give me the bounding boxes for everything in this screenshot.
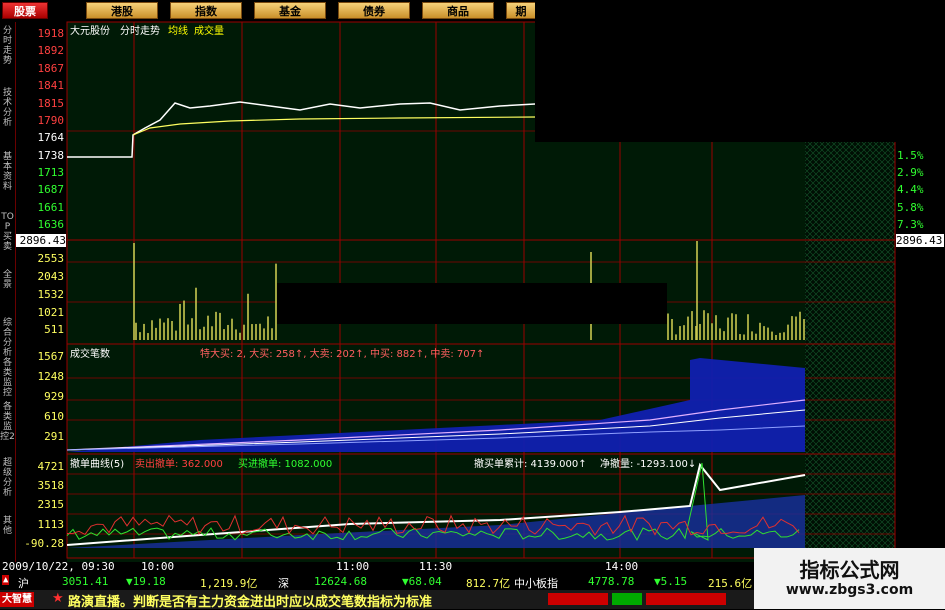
watermark-title: 指标公式网	[799, 558, 900, 582]
price-tick: 1790	[37, 114, 65, 127]
market-flag-icon: ▲	[2, 575, 10, 585]
price-tick: 1892	[37, 44, 65, 57]
pct-tick: 7.3%	[897, 218, 924, 231]
sz-index: 12624.68	[314, 575, 367, 588]
time-tick: 11:30	[419, 560, 453, 573]
price-tick: 1713	[37, 166, 65, 179]
sell-cancel-value: 卖出撤单: 362.000	[135, 459, 223, 470]
volume-tick: 1532	[37, 288, 65, 301]
volume-tick: 2043	[37, 270, 65, 283]
buy-cancel-value: 买进撤单: 1082.000	[238, 459, 333, 470]
time-tick: 14:00	[605, 560, 639, 573]
sme-index: 4778.78	[588, 575, 635, 588]
cancel-tick: 2315	[37, 498, 65, 511]
pct-tick: 5.8%	[897, 201, 924, 214]
deals-tick: 929	[44, 390, 64, 403]
deals-panel-title: 成交笔数	[70, 349, 110, 360]
sh-label: 沪	[18, 577, 29, 590]
indicator-bar-red	[548, 593, 608, 605]
sme-amount: 215.6亿	[708, 577, 753, 590]
watermark: 指标公式网 www.zbgs3.com	[754, 548, 945, 609]
time-tick: 10:00	[141, 560, 175, 573]
volume-tick: 1021	[37, 306, 65, 319]
price-tick: 1687	[37, 183, 65, 196]
redaction-block-top	[535, 0, 945, 142]
sh-index: 3051.41	[62, 575, 109, 588]
price-tick: 1918	[37, 27, 65, 40]
sh-change: ▼19.18	[126, 575, 166, 588]
star-icon: ★	[52, 591, 64, 606]
cancel-tick: 4721	[37, 460, 65, 473]
volume-tick: 511	[44, 323, 64, 336]
current-value-left: 2896.43	[16, 234, 66, 247]
indicator-bar-red2	[646, 593, 726, 605]
volume-tick: 2553	[37, 252, 65, 265]
cancel-tick: 1113	[37, 518, 65, 531]
cumulative-cancel-value: 撤买单累计: 4139.000↑	[474, 459, 587, 470]
deals-tick: 1567	[37, 350, 65, 363]
news-text[interactable]: 路演直播。判断是否有主力资金进出时应以成交笔数指标为标准	[68, 591, 432, 610]
sme-label: 中小板指	[514, 577, 558, 590]
sz-change: ▼68.04	[402, 575, 442, 588]
time-tick: 11:00	[336, 560, 370, 573]
watermark-url: www.zbgs3.com	[785, 582, 914, 598]
deals-tick: 610	[44, 410, 64, 423]
price-tick: 1815	[37, 97, 65, 110]
volume-legend: 成交量	[194, 26, 224, 37]
deals-tick: 1248	[37, 370, 65, 383]
time-axis-date: 2009/10/22, 09:30	[2, 560, 115, 573]
sz-label: 深	[278, 577, 289, 590]
price-tick: 1738	[37, 149, 65, 162]
sme-change: ▼5.15	[654, 575, 688, 588]
chart-canvas[interactable]	[0, 0, 945, 609]
price-tick: 1661	[37, 201, 65, 214]
price-tick: 1867	[37, 62, 65, 75]
deals-tick: 291	[44, 430, 64, 443]
deals-panel-legend: 特大买: 2, 大买: 258↑, 大卖: 202↑, 中买: 882↑, 中卖…	[200, 349, 485, 360]
brand-badge: 大智慧	[0, 592, 34, 607]
sz-amount: 812.7亿	[466, 577, 511, 590]
cancel-panel-title: 撤单曲线(5)	[70, 459, 125, 470]
price-tick: 1764	[37, 131, 65, 144]
pct-tick: 4.4%	[897, 183, 924, 196]
avg-line-legend: 均线	[168, 26, 188, 37]
chart-mode: 分时走势	[120, 26, 160, 37]
pct-tick: 2.9%	[897, 166, 924, 179]
redaction-block-middle	[277, 283, 667, 324]
net-cancel-value: 净撤量: -1293.100↓	[600, 459, 697, 470]
sh-amount: 1,219.9亿	[200, 577, 258, 590]
indicator-bar-green	[612, 593, 642, 605]
cancel-tick: 3518	[37, 479, 65, 492]
cancel-tick: -90.28	[24, 537, 64, 550]
price-tick: 1841	[37, 79, 65, 92]
price-tick: 1636	[37, 218, 65, 231]
current-value-right: 2896.43	[896, 234, 944, 247]
stock-name: 大元股份	[70, 26, 110, 37]
pct-tick: 1.5%	[897, 149, 924, 162]
